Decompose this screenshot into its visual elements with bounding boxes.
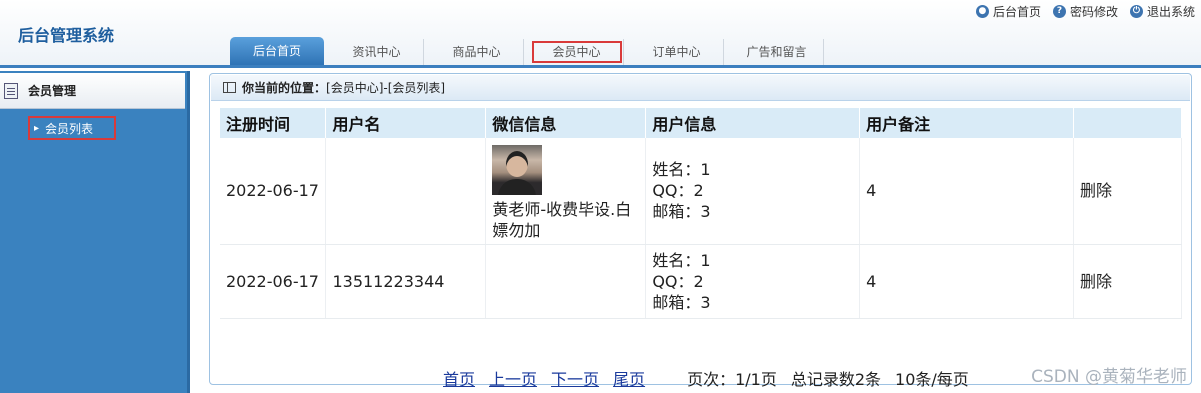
member-table: 注册时间 用户名 微信信息 用户信息 用户备注 2022-06-17 黄老师-收… <box>220 108 1182 319</box>
window-icon <box>223 82 236 93</box>
col-header-remark: 用户备注 <box>859 108 1075 138</box>
main-panel: 你当前的位置： [会员中心]-[会员列表] 注册时间 用户名 微信信息 用户信息… <box>209 73 1192 389</box>
cell-reg-time: 2022-06-17 <box>220 138 327 245</box>
breadcrumb-label: 你当前的位置： <box>242 81 327 95</box>
cell-user-info: 姓名：1 QQ：2 邮箱：3 <box>645 138 861 245</box>
tab-products[interactable]: 商品中心 <box>430 39 524 65</box>
user-qq-line: QQ：2 <box>652 271 704 291</box>
nav-tabs: 后台首页 资讯中心 商品中心 会员中心 订单中心 广告和留言 <box>230 37 830 65</box>
cell-reg-time: 2022-06-17 <box>220 244 327 319</box>
pager-total: 总记录数2条 <box>790 370 882 389</box>
top-link-home[interactable]: ● 后台首页 <box>975 3 1041 20</box>
col-header-user-info: 用户信息 <box>645 108 861 138</box>
app-title: 后台管理系统 <box>18 26 115 45</box>
cell-user-info: 姓名：1 QQ：2 邮箱：3 <box>645 244 861 319</box>
pager-next-link[interactable]: 下一页 <box>551 366 599 390</box>
top-link-home-label: 后台首页 <box>992 5 1041 19</box>
delete-button[interactable]: 删除 <box>1080 181 1112 200</box>
document-icon <box>4 82 18 99</box>
top-link-password-label: 密码修改 <box>1069 5 1118 19</box>
cell-remark: 4 <box>859 138 1075 245</box>
cell-action: 删除 <box>1073 244 1182 319</box>
watermark: CSDN @黄菊华老师 <box>1031 367 1187 387</box>
top-header: 后台管理系统 ● 后台首页 ? 密码修改 ⏻ 退出系统 后台首页 资讯中心 商品… <box>0 0 1201 68</box>
top-link-logout-label: 退出系统 <box>1146 5 1195 19</box>
wechat-nickname: 黄老师-收费毕设.白嫖勿加 <box>492 199 632 240</box>
tab-ads-messages[interactable]: 广告和留言 <box>730 39 824 65</box>
tab-home[interactable]: 后台首页 <box>230 37 324 65</box>
col-header-username: 用户名 <box>325 108 487 138</box>
tab-orders[interactable]: 订单中心 <box>630 39 724 65</box>
avatar <box>492 144 543 195</box>
tab-members[interactable]: 会员中心 <box>530 39 624 65</box>
sidebar: 会员管理 ▸ 会员列表 <box>0 71 190 393</box>
sidebar-item-label: 会员列表 <box>45 121 94 136</box>
arrow-right-icon: ▸ <box>34 122 40 134</box>
cell-username: 13511223344 <box>325 244 487 319</box>
pagination: 首页 上一页 下一页 尾页 页次：1/1页 总记录数2条 10条/每页 <box>443 366 969 390</box>
top-link-password[interactable]: ? 密码修改 <box>1052 3 1118 20</box>
col-header-wechat: 微信信息 <box>485 108 647 138</box>
help-icon: ? <box>1052 5 1066 18</box>
sidebar-section-header[interactable]: 会员管理 <box>0 73 185 109</box>
sidebar-section-title: 会员管理 <box>28 84 77 98</box>
pager-page-info: 页次：1/1页 <box>687 370 777 389</box>
pager-first-link[interactable]: 首页 <box>443 366 475 390</box>
pager-prev-link[interactable]: 上一页 <box>489 366 537 390</box>
delete-button[interactable]: 删除 <box>1080 272 1112 291</box>
user-icon: ● <box>975 5 989 18</box>
cell-action: 删除 <box>1073 138 1182 245</box>
top-link-logout[interactable]: ⏻ 退出系统 <box>1129 3 1195 20</box>
table-row: 2022-06-17 13511223344 姓名：1 QQ：2 邮箱：3 4 … <box>220 244 1182 319</box>
table-row: 2022-06-17 黄老师-收费毕设.白嫖勿加 姓名：1 QQ：2 邮箱：3 … <box>220 138 1182 245</box>
top-links: ● 后台首页 ? 密码修改 ⏻ 退出系统 <box>975 3 1195 20</box>
col-header-action <box>1073 108 1182 138</box>
user-name-line: 姓名：1 <box>652 160 711 180</box>
user-email-line: 邮箱：3 <box>652 202 711 222</box>
cell-remark: 4 <box>859 244 1075 319</box>
sidebar-item-member-list[interactable]: ▸ 会员列表 <box>28 116 116 140</box>
col-header-reg-time: 注册时间 <box>220 108 327 138</box>
cell-wechat <box>485 244 647 319</box>
cell-username <box>325 138 487 245</box>
user-qq-line: QQ：2 <box>652 181 704 201</box>
breadcrumb-path: [会员中心]-[会员列表] <box>326 81 446 95</box>
pager-per-page: 10条/每页 <box>895 370 969 389</box>
power-icon: ⏻ <box>1129 5 1143 18</box>
pager-last-link[interactable]: 尾页 <box>613 366 645 390</box>
tab-news[interactable]: 资讯中心 <box>330 39 424 65</box>
breadcrumb: 你当前的位置： [会员中心]-[会员列表] <box>211 75 1190 101</box>
table-header-row: 注册时间 用户名 微信信息 用户信息 用户备注 <box>220 108 1182 138</box>
cell-wechat: 黄老师-收费毕设.白嫖勿加 <box>485 138 647 245</box>
user-name-line: 姓名：1 <box>652 250 711 270</box>
user-email-line: 邮箱：3 <box>652 292 711 312</box>
